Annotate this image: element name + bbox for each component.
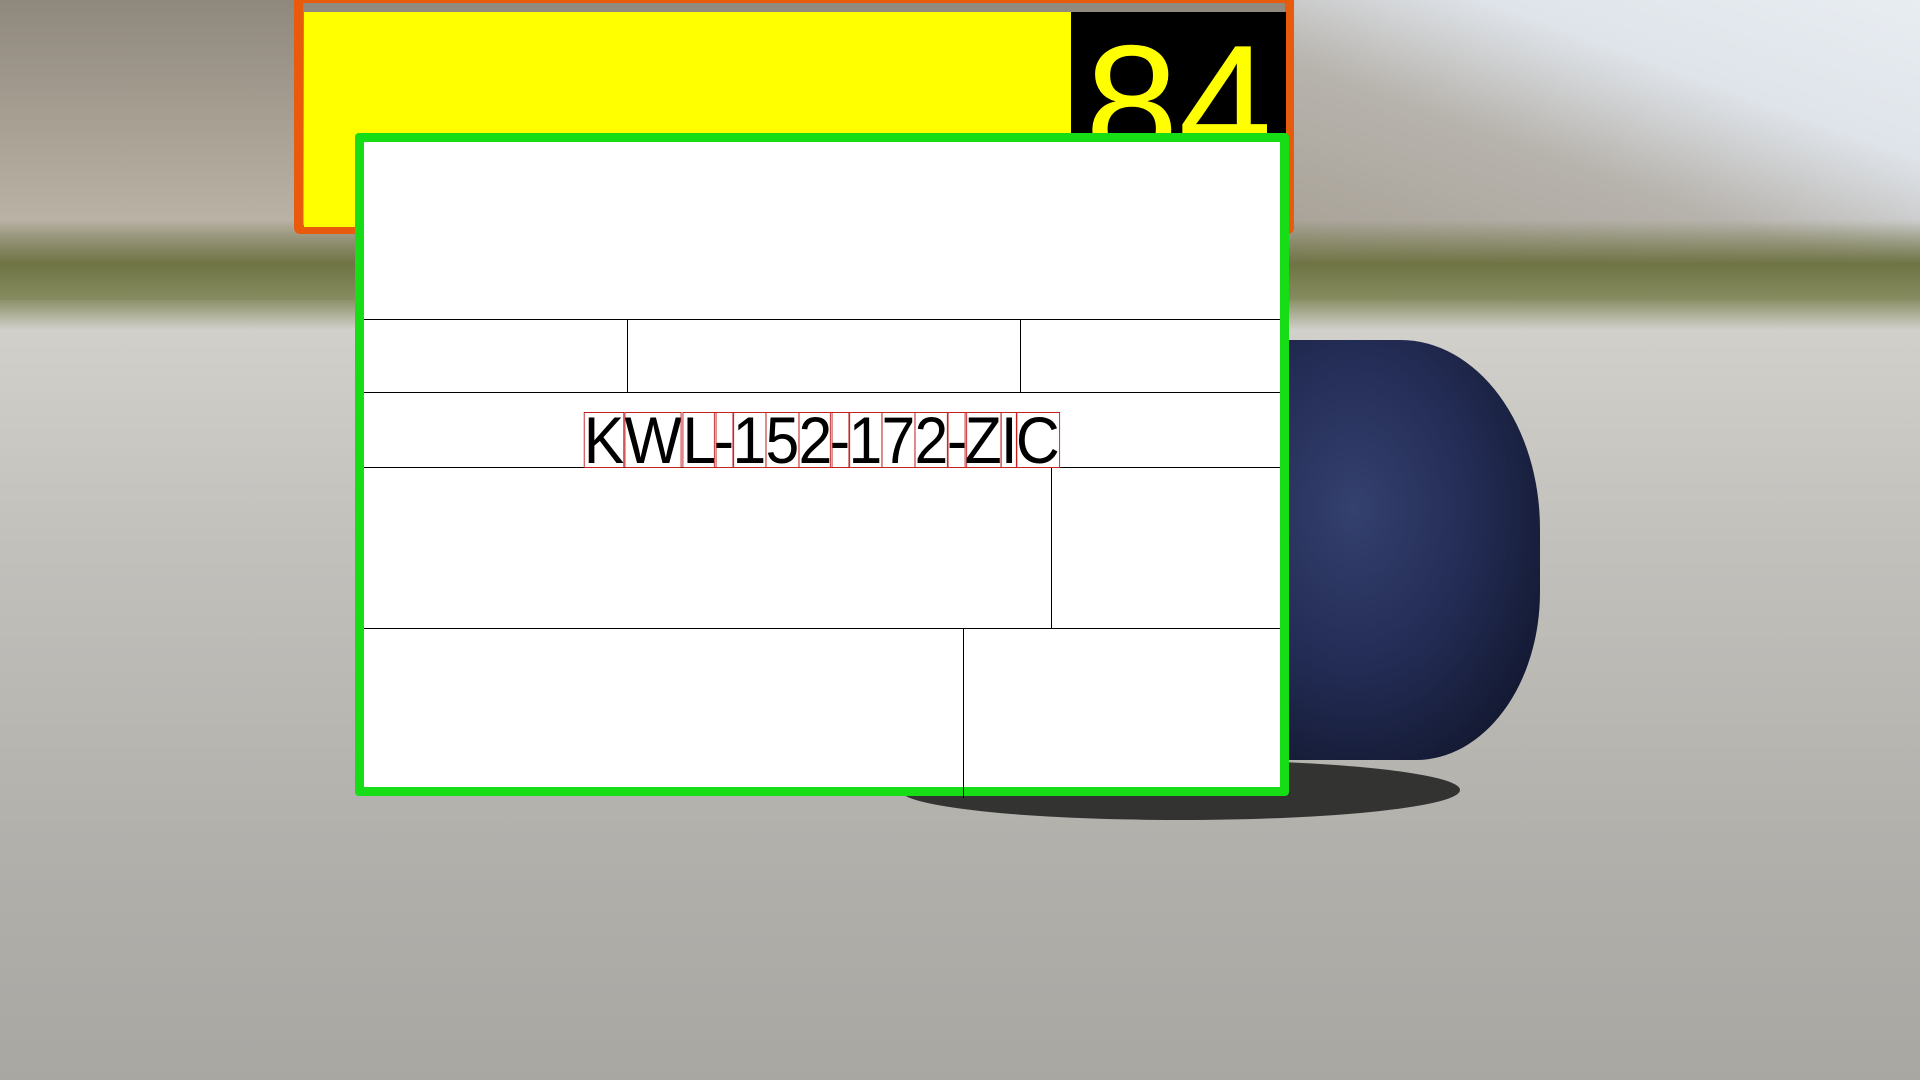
cell-divider	[1020, 319, 1021, 392]
char-box: W	[624, 402, 683, 477]
row-divider	[364, 319, 1280, 320]
form-card: KWL-152-172-ZIC	[355, 133, 1289, 798]
char-box: 1	[848, 402, 883, 477]
cell-divider	[627, 319, 628, 392]
char-box: I	[1000, 402, 1018, 477]
char-box: -	[830, 402, 851, 477]
cell-divider	[963, 628, 964, 798]
char-box: -	[714, 402, 735, 477]
char-box: 1	[732, 402, 767, 477]
char-box: L	[681, 402, 716, 477]
char-box: C	[1016, 402, 1060, 477]
char-box: 2	[914, 402, 949, 477]
char-box: K	[583, 402, 625, 477]
char-box: Z	[965, 402, 1003, 477]
char-box: 2	[798, 402, 832, 477]
plate-text-field: KWL-152-172-ZIC	[364, 402, 1280, 477]
row-divider	[364, 392, 1280, 393]
char-box: -	[946, 402, 967, 477]
char-box: 5	[765, 402, 800, 477]
char-box: 7	[881, 402, 916, 477]
row-divider	[364, 628, 1280, 629]
cell-divider	[1051, 467, 1052, 628]
